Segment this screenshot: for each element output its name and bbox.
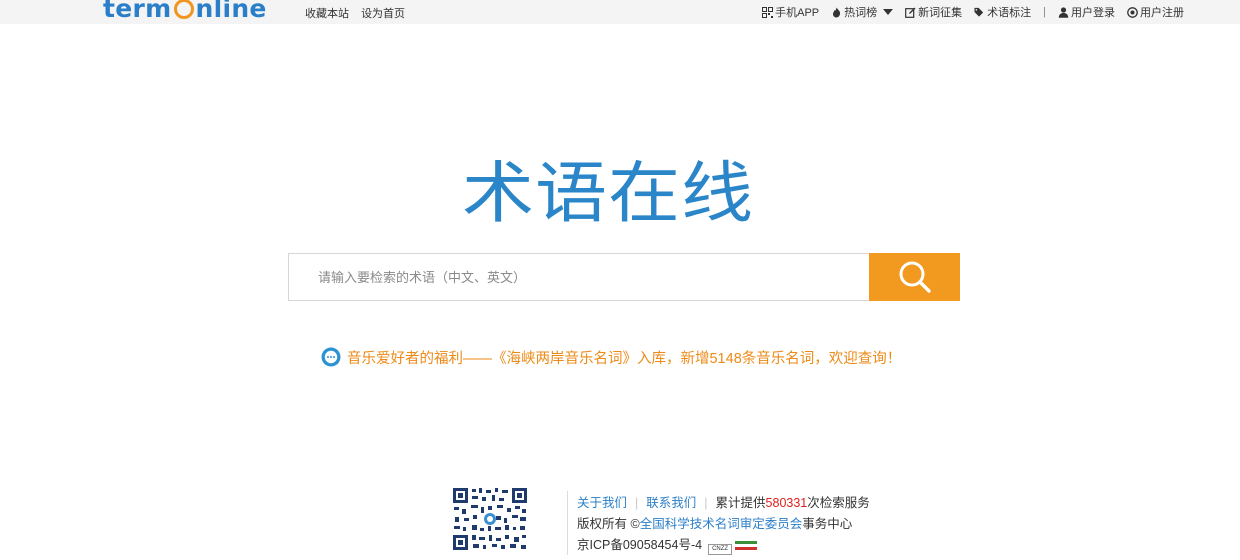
logo-text-term: term <box>103 0 172 23</box>
logo-o-icon <box>173 0 195 20</box>
stats-count: 580331 <box>765 496 808 510</box>
search-input-box <box>288 253 869 301</box>
hot-words-label: 热词榜 <box>844 7 878 19</box>
stats-prefix: 累计提供 <box>715 496 766 510</box>
register-label: 用户注册 <box>1140 7 1184 19</box>
stats-suffix: 次检索服务 <box>807 496 870 510</box>
brand-title: 术语在线 <box>462 156 782 236</box>
register-link[interactable]: 用户注册 <box>1127 4 1184 20</box>
footer-divider <box>567 491 568 555</box>
new-words-link[interactable]: 新词征集 <box>905 4 962 20</box>
login-label: 用户登录 <box>1071 7 1115 19</box>
stats-bar-icon <box>735 541 758 550</box>
footer-line-1: 关于我们 | 联系我们 | 累计提供580331次检索服务 <box>577 496 870 510</box>
search-input[interactable] <box>289 254 858 300</box>
set-homepage-link[interactable]: 设为首页 <box>361 8 405 20</box>
about-us-link[interactable]: 关于我们 <box>577 496 627 510</box>
tag-icon <box>974 7 984 17</box>
mobile-app-label: 手机APP <box>775 7 820 19</box>
footer: 关于我们 | 联系我们 | 累计提供580331次检索服务 版权所有 ©全国科学技术名词… <box>450 487 910 560</box>
search-button[interactable] <box>869 253 960 301</box>
register-circle-icon <box>1127 6 1138 18</box>
footer-line-2: 版权所有 ©全国科学技术名词审定委员会事务中心 <box>577 514 870 535</box>
chat-bubble-icon <box>321 347 341 367</box>
announcement-text: 音乐爱好者的福利——《海峡两岸音乐名词》入库，新增5148条音乐名词，欢迎查询！ <box>347 350 902 367</box>
mobile-app-link[interactable]: 手机APP <box>762 4 819 20</box>
search-icon <box>899 261 931 293</box>
brand-title-text: 术语在线 <box>462 154 755 232</box>
hot-words-dropdown[interactable]: 热词榜 <box>831 4 894 20</box>
bookmark-site-link[interactable]: 收藏本站 <box>305 8 349 20</box>
announcement[interactable]: 音乐爱好者的福利——《海峡两岸音乐名词》入库，新增5148条音乐名词，欢迎查询！ <box>321 346 901 368</box>
chevron-down-icon <box>883 9 894 15</box>
site-logo[interactable]: term nline <box>103 0 267 23</box>
icp-number[interactable]: 京ICP备09058454号-4 <box>577 538 702 552</box>
qrcode-image <box>452 487 528 551</box>
copyright-prefix: 版权所有 © <box>577 517 640 531</box>
top-bar: term nline 收藏本站 设为首页 手机APP 热词榜 新词征集 术语标注… <box>0 0 1240 24</box>
top-links-left: 收藏本站 设为首页 <box>305 5 414 21</box>
top-separator: | <box>1043 6 1046 18</box>
committee-link[interactable]: 全国科学技术名词审定委员会 <box>640 517 803 531</box>
contact-us-link[interactable]: 联系我们 <box>646 496 696 510</box>
edit-icon <box>905 7 916 18</box>
logo-text-online: nline <box>195 0 267 23</box>
user-icon <box>1058 6 1069 18</box>
login-link[interactable]: 用户登录 <box>1058 4 1115 20</box>
footer-info: 关于我们 | 联系我们 | 累计提供580331次检索服务 版权所有 ©全国科学技术名词… <box>577 493 870 556</box>
term-tag-link[interactable]: 术语标注 <box>974 4 1031 20</box>
top-links-right: 手机APP 热词榜 新词征集 术语标注 | 用户登录 用户注册 <box>750 4 1184 20</box>
copyright-suffix: 事务中心 <box>802 517 853 531</box>
fire-icon <box>833 7 841 17</box>
qrcode-icon <box>762 6 774 18</box>
cnzz-badge[interactable]: CNZZ <box>708 544 733 555</box>
footer-line-3: 京ICP备09058454号-4 CNZZ <box>577 535 870 556</box>
new-words-label: 新词征集 <box>918 7 963 19</box>
term-tag-label: 术语标注 <box>987 7 1032 19</box>
search-bar <box>288 253 960 301</box>
